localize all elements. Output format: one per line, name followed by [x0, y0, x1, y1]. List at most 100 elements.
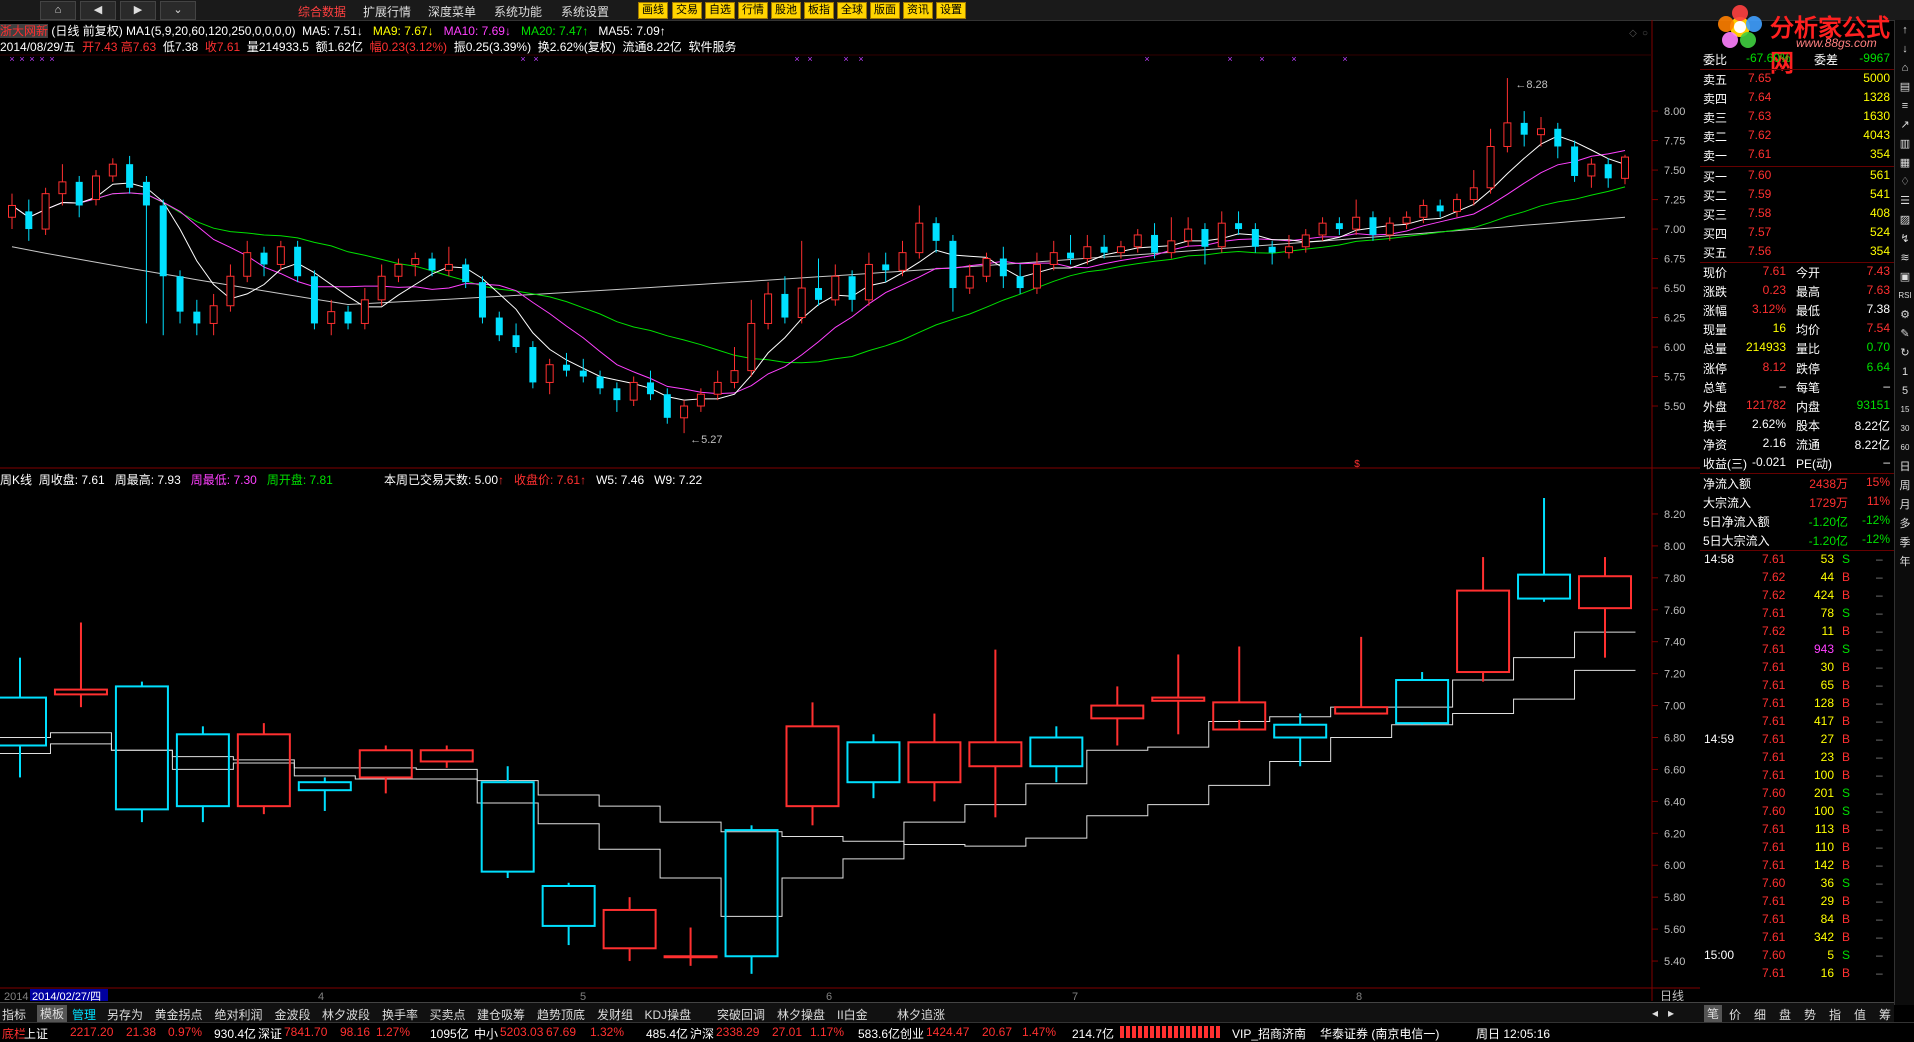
side-tool-icon[interactable]: 年	[1897, 554, 1913, 570]
daily-candle[interactable]	[243, 252, 252, 277]
daily-candle[interactable]	[1520, 122, 1528, 135]
daily-candle[interactable]	[1201, 229, 1209, 247]
daily-candle[interactable]	[663, 394, 671, 418]
daily-candle[interactable]	[1469, 187, 1478, 201]
daily-candle[interactable]	[864, 263, 873, 301]
daily-candle[interactable]	[1452, 199, 1461, 212]
weekly-candle[interactable]	[1517, 573, 1572, 600]
daily-candle[interactable]	[41, 193, 50, 230]
indicator-tab[interactable]: 另存为	[107, 1006, 143, 1023]
side-tool-icon[interactable]: ✎	[1897, 326, 1913, 342]
daily-candle[interactable]	[764, 293, 773, 324]
indicator-tab[interactable]: 指标	[2, 1006, 26, 1023]
tab-scroll-left-icon[interactable]: ◂	[1652, 1006, 1658, 1020]
tick-row[interactable]: 7.60 201 S –	[1700, 785, 1894, 803]
tick-row[interactable]: 7.62 424 B –	[1700, 587, 1894, 605]
weekly-candle[interactable]	[1334, 706, 1389, 715]
daily-candle[interactable]	[1268, 246, 1276, 253]
daily-candle[interactable]	[394, 263, 403, 277]
indicator-tab[interactable]: 发财组	[597, 1006, 633, 1023]
daily-candle[interactable]	[58, 181, 67, 195]
order-book-row[interactable]: 卖一 7.61 354	[1700, 146, 1894, 167]
daily-candle[interactable]	[1571, 146, 1579, 176]
daily-candle[interactable]	[1032, 263, 1041, 289]
daily-candle[interactable]	[898, 252, 907, 271]
daily-candle[interactable]	[545, 364, 554, 383]
daily-candle[interactable]	[646, 382, 654, 395]
weekly-candle[interactable]	[1578, 575, 1632, 610]
side-tool-icon[interactable]: ≋	[1897, 250, 1913, 266]
daily-candle[interactable]	[1100, 246, 1108, 253]
daily-candle[interactable]	[92, 175, 101, 201]
tick-row[interactable]: 7.62 44 B –	[1700, 569, 1894, 587]
daily-candle[interactable]	[478, 282, 486, 318]
side-tool-icon[interactable]: ▦	[1897, 155, 1913, 171]
daily-candle[interactable]	[713, 381, 722, 395]
indicator-tab[interactable]: 林夕波段	[322, 1006, 370, 1023]
daily-candle[interactable]	[1318, 222, 1327, 236]
daily-candle[interactable]	[696, 393, 705, 407]
daily-candle[interactable]	[562, 364, 570, 371]
side-tool-icon[interactable]: ♢	[1897, 174, 1913, 190]
side-tool-icon[interactable]: ≡	[1897, 98, 1913, 114]
tick-row[interactable]: 7.61 128 B –	[1700, 695, 1894, 713]
weekly-candle[interactable]	[1151, 696, 1206, 702]
tick-row[interactable]: 14:58 7.61 53 S –	[1700, 551, 1894, 569]
weekly-candle[interactable]	[541, 885, 596, 927]
weekly-candle[interactable]	[724, 829, 779, 958]
order-book-row[interactable]: 卖四 7.64 1328	[1700, 89, 1894, 108]
indicator-tab[interactable]: 黄金拐点	[155, 1006, 203, 1023]
daily-candle[interactable]	[428, 258, 436, 271]
panel-tab[interactable]: 价	[1729, 1006, 1741, 1023]
weekly-candle[interactable]	[907, 741, 962, 784]
daily-candle[interactable]	[932, 223, 940, 241]
side-tool-icon[interactable]: ▤	[1897, 79, 1913, 95]
side-tool-icon[interactable]: ↓	[1897, 41, 1913, 57]
side-tool-icon[interactable]: 季	[1897, 535, 1913, 551]
tick-list[interactable]: 14:58 7.61 53 S –7.62 44 B –7.62 424 B –7.61 78 S – 7.…	[1700, 551, 1894, 983]
tick-row[interactable]: 7.60 36 S –	[1700, 875, 1894, 893]
indicator-tab[interactable]: 突破回调	[717, 1006, 765, 1023]
weekly-candle[interactable]	[1395, 679, 1450, 725]
daily-candle[interactable]	[1133, 234, 1142, 248]
tick-row[interactable]: 7.60 100 S –	[1700, 803, 1894, 821]
tick-row[interactable]: 7.61 100 B –	[1700, 767, 1894, 785]
weekly-k-chart[interactable]	[0, 497, 1636, 974]
indicator-tab[interactable]: 模板	[37, 1005, 68, 1022]
order-book-row[interactable]: 卖三 7.63 1630	[1700, 108, 1894, 127]
panel-tab[interactable]: 盘	[1779, 1006, 1791, 1023]
tick-row[interactable]: 7.61 78 S –	[1700, 605, 1894, 623]
daily-candle[interactable]	[159, 205, 167, 277]
order-book-row[interactable]: 卖五 7.65 5000	[1700, 70, 1894, 89]
side-tool-icon[interactable]: 多	[1897, 516, 1913, 532]
panel-tab[interactable]: 细	[1754, 1006, 1766, 1023]
daily-candle[interactable]	[8, 204, 16, 218]
side-tool-icon[interactable]: ☰	[1897, 193, 1913, 209]
weekly-candle[interactable]	[358, 749, 413, 779]
tick-row[interactable]: 7.61 417 B –	[1700, 713, 1894, 731]
weekly-candle[interactable]	[0, 696, 47, 747]
order-book-row[interactable]: 卖二 7.62 4043	[1700, 127, 1894, 146]
tick-row[interactable]: 7.61 29 B –	[1700, 893, 1894, 911]
weekly-candle[interactable]	[785, 725, 840, 808]
tick-row[interactable]: 7.61 342 B –	[1700, 929, 1894, 947]
daily-candle[interactable]	[1284, 246, 1293, 254]
side-tool-icon[interactable]: 15	[1897, 402, 1913, 418]
daily-candle[interactable]	[1486, 145, 1495, 189]
indicator-tab[interactable]: 管理	[72, 1006, 96, 1023]
side-tool-icon[interactable]: ⚙	[1897, 307, 1913, 323]
daily-candle[interactable]	[108, 163, 117, 177]
daily-candle[interactable]	[1151, 234, 1159, 253]
daily-candle[interactable]	[982, 258, 991, 277]
tick-row[interactable]: 7.61 16 B –	[1700, 965, 1894, 983]
order-book-row[interactable]: 买一 7.60 561	[1700, 167, 1894, 186]
daily-candle[interactable]	[25, 211, 33, 230]
indicator-tab[interactable]: 换手率	[382, 1006, 418, 1023]
side-tool-icon[interactable]: ⌂	[1897, 60, 1913, 76]
weekly-candle[interactable]	[846, 741, 901, 784]
side-tool-icon[interactable]: ↻	[1897, 345, 1913, 361]
tick-row[interactable]: 7.61 142 B –	[1700, 857, 1894, 875]
daily-candle[interactable]	[848, 276, 856, 300]
order-book-row[interactable]: 买三 7.58 408	[1700, 205, 1894, 224]
order-book-row[interactable]: 买四 7.57 524	[1700, 224, 1894, 243]
